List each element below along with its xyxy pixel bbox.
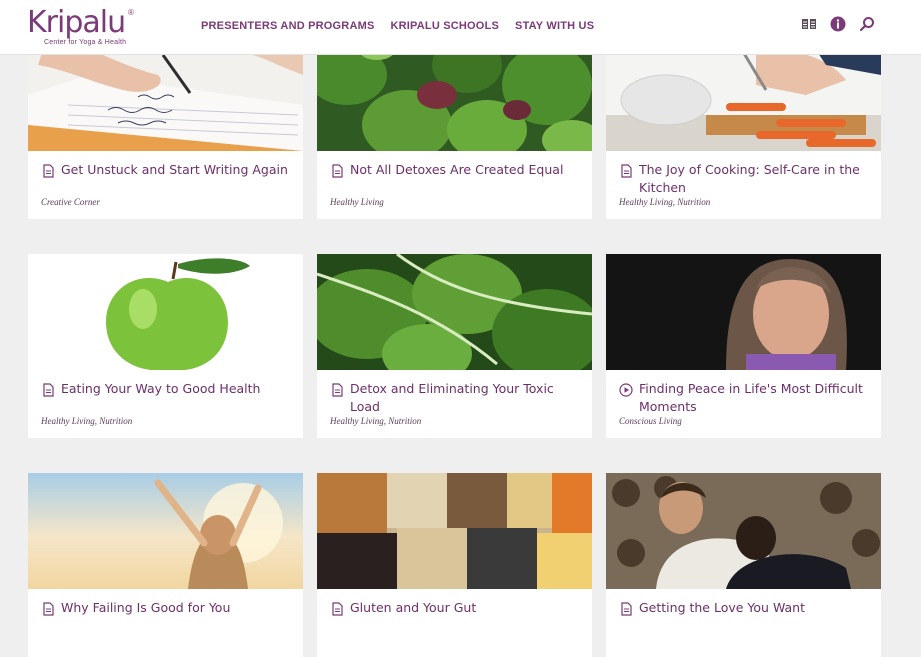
article-card[interactable]: Getting the Love You Want xyxy=(606,473,881,657)
document-icon xyxy=(43,164,54,178)
card-image-speaker[interactable] xyxy=(606,254,881,370)
nav-stay-with-us[interactable]: STAY WITH US xyxy=(515,20,594,32)
card-title[interactable]: Finding Peace in Life's Most Difficult M… xyxy=(639,380,869,416)
card-image-couple[interactable] xyxy=(606,473,881,589)
card-category[interactable]: Conscious Living xyxy=(619,416,682,426)
nav-presenters-programs[interactable]: PRESENTERS AND PROGRAMS xyxy=(201,20,375,32)
card-title[interactable]: Detox and Eliminating Your Toxic Load xyxy=(350,380,580,416)
info-icon[interactable] xyxy=(829,15,847,33)
card-category[interactable]: Healthy Living, Nutrition xyxy=(330,416,421,426)
card-title[interactable]: Get Unstuck and Start Writing Again xyxy=(61,161,288,179)
article-card[interactable]: Not All Detoxes Are Created Equal Health… xyxy=(317,35,592,219)
card-image-sunlight[interactable] xyxy=(28,473,303,589)
logo-wordmark: Kripalu xyxy=(27,5,126,40)
article-card[interactable]: The Joy of Cooking: Self-Care in the Kit… xyxy=(606,35,881,219)
card-image-chard[interactable] xyxy=(317,254,592,370)
article-card[interactable]: Eating Your Way to Good Health Healthy L… xyxy=(28,254,303,438)
card-image-grains[interactable] xyxy=(317,473,592,589)
card-category[interactable]: Healthy Living xyxy=(330,197,384,207)
card-title[interactable]: Getting the Love You Want xyxy=(639,599,805,617)
article-grid: Get Unstuck and Start Writing Again Crea… xyxy=(0,0,921,657)
card-title[interactable]: Gluten and Your Gut xyxy=(350,599,476,617)
document-icon xyxy=(332,602,343,616)
card-image-apple[interactable] xyxy=(28,254,303,370)
main-nav: PRESENTERS AND PROGRAMS KRIPALU SCHOOLS … xyxy=(201,20,594,32)
document-icon xyxy=(332,164,343,178)
article-card[interactable]: Finding Peace in Life's Most Difficult M… xyxy=(606,254,881,438)
article-card[interactable]: Gluten and Your Gut xyxy=(317,473,592,657)
nav-kripalu-schools[interactable]: KRIPALU SCHOOLS xyxy=(391,20,500,32)
article-card[interactable]: Why Failing Is Good for You xyxy=(28,473,303,657)
site-header: Kripalu ® Center for Yoga & Health PRESE… xyxy=(0,0,921,55)
logo-tagline: Center for Yoga & Health xyxy=(44,39,127,46)
logo-registered-mark: ® xyxy=(128,8,134,17)
document-icon xyxy=(43,383,54,397)
card-category[interactable]: Healthy Living, Nutrition xyxy=(619,197,710,207)
kripalu-logo[interactable]: Kripalu ® Center for Yoga & Health xyxy=(27,6,137,50)
document-icon xyxy=(621,602,632,616)
card-category[interactable]: Healthy Living, Nutrition xyxy=(41,416,132,426)
document-icon xyxy=(43,602,54,616)
article-card[interactable]: Detox and Eliminating Your Toxic Load He… xyxy=(317,254,592,438)
play-icon xyxy=(619,383,633,397)
header-icons xyxy=(800,15,876,33)
card-category[interactable]: Creative Corner xyxy=(41,197,100,207)
card-title[interactable]: The Joy of Cooking: Self-Care in the Kit… xyxy=(639,161,869,197)
document-icon xyxy=(621,164,632,178)
card-title[interactable]: Why Failing Is Good for You xyxy=(61,599,230,617)
card-title[interactable]: Eating Your Way to Good Health xyxy=(61,380,260,398)
article-card[interactable]: Get Unstuck and Start Writing Again Crea… xyxy=(28,35,303,219)
card-title[interactable]: Not All Detoxes Are Created Equal xyxy=(350,161,563,179)
document-icon xyxy=(332,383,343,397)
search-icon[interactable] xyxy=(858,15,876,33)
book-icon[interactable] xyxy=(800,15,818,33)
